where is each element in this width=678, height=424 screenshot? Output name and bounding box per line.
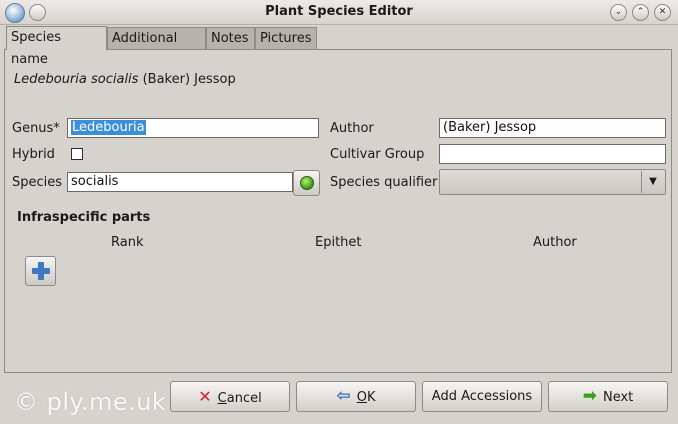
species-status-button[interactable]: [293, 170, 320, 196]
column-header-rank: Rank: [111, 235, 144, 250]
species-full-name: Ledebouria socialis (Baker) Jessop: [14, 72, 236, 87]
next-button[interactable]: ➡ Next: [548, 381, 668, 412]
cancel-mnemonic: C: [217, 391, 227, 406]
next-label: Next: [602, 390, 634, 405]
tab-additional-info[interactable]: Additional info: [107, 27, 206, 68]
add-infraspecific-button[interactable]: [25, 256, 56, 286]
watermark: © ply.me.uk: [14, 388, 167, 416]
genus-input-value: Ledebouria: [71, 120, 146, 135]
status-ok-icon: [300, 176, 314, 190]
hybrid-checkbox[interactable]: [71, 148, 83, 160]
species-label: Species: [12, 175, 63, 190]
ok-button[interactable]: ⇦ OK: [296, 381, 416, 412]
infraspecific-parts-title: Infraspecific parts: [17, 210, 151, 225]
tab-notes[interactable]: Notes: [206, 27, 255, 49]
cancel-x-icon: ✕: [198, 387, 212, 406]
cultivar-group-label: Cultivar Group: [330, 147, 425, 162]
species-input[interactable]: socialis: [67, 172, 293, 192]
genus-label-text: Genus: [12, 121, 54, 136]
column-header-epithet: Epithet: [315, 235, 362, 250]
next-arrow-icon: ➡: [582, 386, 597, 406]
tab-pictures[interactable]: Pictures: [255, 27, 317, 49]
species-authority: (Baker) Jessop: [138, 72, 236, 87]
column-header-author: Author: [533, 235, 577, 250]
close-button[interactable]: ✕: [654, 4, 671, 21]
dropdown-arrow-icon: ▼: [641, 171, 664, 193]
cancel-label: ancel: [226, 391, 262, 406]
species-binomial: Ledebouria socialis: [14, 72, 139, 87]
genus-input[interactable]: Ledebouria: [67, 118, 319, 138]
ok-return-arrow-icon: ⇦: [336, 386, 351, 406]
hybrid-label: Hybrid: [12, 147, 55, 162]
author-input[interactable]: (Baker) Jessop: [439, 118, 666, 138]
window-title: Plant Species Editor: [265, 4, 413, 19]
title-bar: Plant Species Editor ⌄ ⌃ ✕: [0, 0, 678, 25]
add-accessions-button[interactable]: Add Accessions: [422, 381, 542, 412]
maximize-button[interactable]: ⌃: [632, 4, 649, 21]
ok-mnemonic: O: [356, 390, 367, 405]
author-label: Author: [330, 121, 374, 136]
required-mark: *: [53, 121, 60, 136]
cultivar-group-input[interactable]: [439, 144, 666, 164]
genus-label: Genus*: [12, 121, 60, 136]
species-qualifier-select[interactable]: ▼: [439, 169, 666, 195]
tab-species-name[interactable]: Species name: [6, 26, 107, 67]
minimize-button[interactable]: ⌄: [610, 4, 627, 21]
species-qualifier-label: Species qualifier: [330, 175, 438, 190]
cancel-button[interactable]: ✕ Cancel: [170, 381, 290, 412]
ok-label: K: [366, 390, 376, 405]
